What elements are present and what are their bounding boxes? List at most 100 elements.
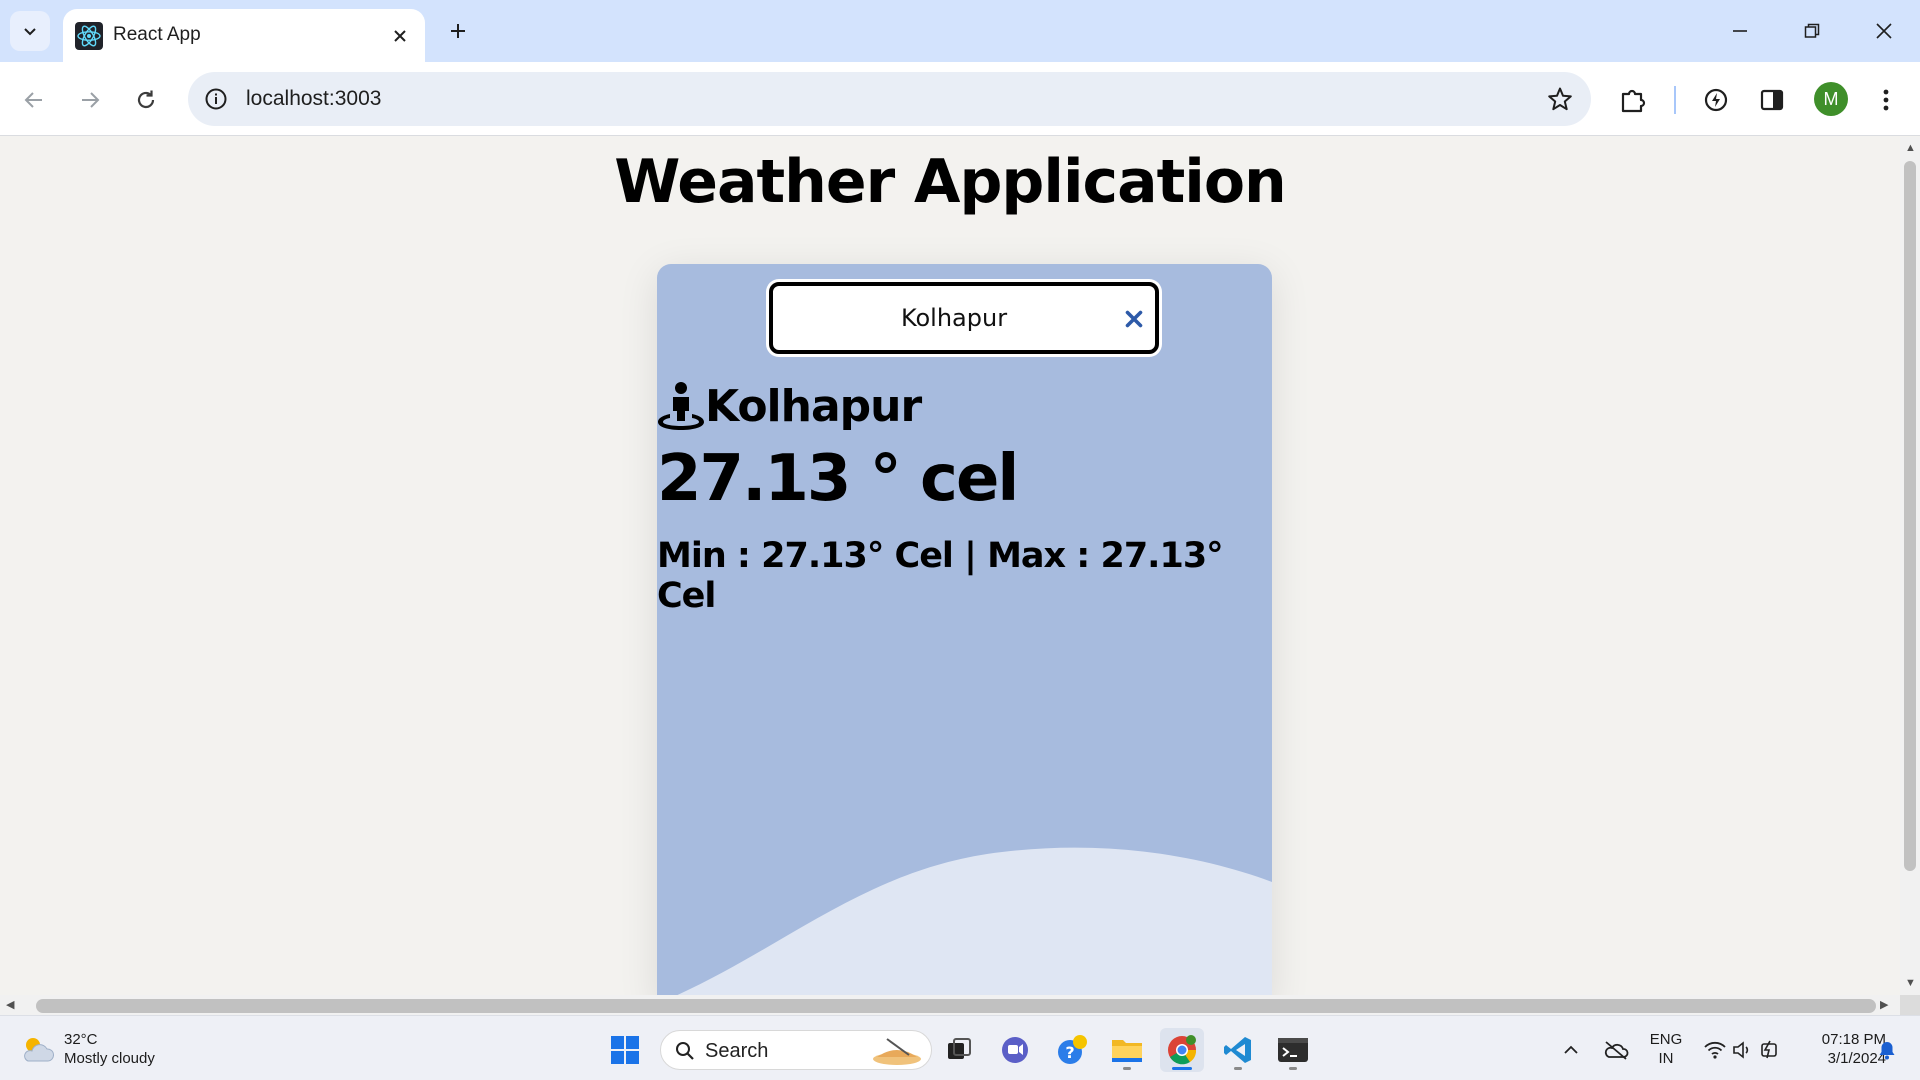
arrow-left-icon [24, 92, 42, 108]
minimize-icon [1733, 30, 1747, 32]
horizontal-scroll-thumb[interactable] [36, 999, 1876, 1013]
file-explorer-button[interactable] [1105, 1028, 1149, 1072]
horizontal-scrollbar[interactable]: ◀ ▶ [0, 995, 1900, 1015]
side-panel-button[interactable] [1752, 80, 1792, 120]
quick-settings-button[interactable] [1697, 1028, 1787, 1072]
reload-icon [137, 90, 155, 109]
tab-close-button[interactable] [385, 21, 415, 51]
chevron-down-icon [24, 28, 36, 36]
teams-chat-button[interactable] [993, 1028, 1037, 1072]
browser-toolbar: localhost:3003 M [0, 62, 1920, 136]
reload-button[interactable] [126, 80, 166, 120]
active-indicator [1172, 1067, 1192, 1070]
terminal-icon [1278, 1038, 1308, 1062]
city-row: Kolhapur [657, 376, 922, 436]
terminal-button[interactable] [1271, 1028, 1315, 1072]
performance-button[interactable] [1696, 80, 1736, 120]
extensions-button[interactable] [1613, 80, 1653, 120]
chrome-menu-button[interactable] [1866, 80, 1906, 120]
more-vertical-icon [1883, 89, 1889, 111]
task-view-icon [948, 1038, 971, 1059]
get-help-button[interactable]: ? [1050, 1028, 1094, 1072]
search-icon [676, 1042, 694, 1060]
show-hidden-icons-button[interactable] [1556, 1028, 1586, 1072]
side-panel-icon [1760, 89, 1784, 111]
chrome-taskbar-button[interactable] [1160, 1028, 1204, 1072]
info-icon [205, 88, 227, 110]
start-button[interactable] [603, 1028, 647, 1072]
decorative-wave [677, 847, 1272, 995]
bookmark-button[interactable] [1543, 82, 1577, 116]
back-button[interactable] [14, 80, 54, 120]
folder-icon [1112, 1040, 1142, 1062]
forward-button[interactable] [70, 80, 110, 120]
onedrive-button[interactable] [1598, 1028, 1634, 1072]
city-search-input[interactable] [773, 286, 1155, 350]
scroll-right-arrow-icon[interactable]: ▶ [1880, 998, 1888, 1011]
bell-icon [1879, 1042, 1895, 1060]
tab-react-app[interactable]: React App [63, 9, 425, 62]
react-logo-icon [75, 22, 103, 50]
profile-avatar[interactable]: M [1814, 82, 1848, 116]
address-bar[interactable]: localhost:3003 [188, 72, 1591, 126]
page-viewport: Weather Application Kolhapur 27.13 ° cel… [0, 137, 1900, 995]
speed-icon [1704, 88, 1728, 112]
running-indicator [1234, 1067, 1242, 1070]
puzzle-icon [1621, 89, 1646, 113]
clear-search-button[interactable] [1121, 306, 1147, 332]
vscode-icon [1224, 1037, 1251, 1063]
close-icon [1125, 310, 1143, 328]
running-indicator [1289, 1067, 1297, 1070]
tab-search-button[interactable] [10, 11, 50, 51]
restore-icon [1804, 23, 1820, 38]
notifications-button[interactable] [1872, 1028, 1902, 1072]
taskbar-search[interactable]: Search [660, 1030, 932, 1070]
minimize-button[interactable] [1717, 12, 1763, 50]
toolbar-separator [1674, 86, 1676, 114]
vscode-button[interactable] [1216, 1028, 1260, 1072]
temperature-value: 27.13 ° cel [657, 442, 1019, 516]
vertical-scrollbar[interactable]: ▲ ▼ [1900, 137, 1920, 995]
new-tab-button[interactable] [440, 13, 476, 49]
city-name: Kolhapur [705, 380, 922, 432]
search-box [769, 282, 1159, 354]
tab-title: React App [113, 24, 201, 45]
page-title: Weather Application [614, 147, 1287, 217]
windows-logo-icon [611, 1036, 639, 1064]
chevron-up-icon [1564, 1045, 1578, 1054]
language-indicator[interactable]: ENG IN [1646, 1030, 1686, 1068]
help-icon: ? [1058, 1035, 1087, 1064]
weather-temp: 32°C [64, 1031, 98, 1048]
cloud-offline-icon [1604, 1041, 1629, 1060]
windows-taskbar: 32°C Mostly cloudy Search ? ENG IN 07:18… [0, 1015, 1920, 1080]
search-highlight-icon [873, 1038, 921, 1065]
arrow-right-icon [82, 92, 100, 108]
site-info-button[interactable] [198, 81, 234, 117]
url-text: localhost:3003 [246, 87, 382, 110]
battery-charging-icon [1761, 1040, 1777, 1059]
svg-text:?: ? [1065, 1043, 1074, 1062]
tab-strip: React App [0, 0, 1920, 62]
close-icon [394, 30, 406, 42]
scroll-left-arrow-icon[interactable]: ◀ [6, 998, 14, 1011]
task-view-button[interactable] [937, 1028, 981, 1072]
street-view-icon [658, 382, 704, 430]
close-icon [1876, 23, 1892, 39]
language-code: ENG [1649, 1031, 1683, 1048]
weather-desc: Mostly cloudy [64, 1050, 155, 1067]
scroll-up-arrow-icon[interactable]: ▲ [1905, 142, 1916, 154]
scroll-down-arrow-icon[interactable]: ▼ [1905, 977, 1916, 989]
region-code: IN [1658, 1050, 1674, 1067]
vertical-scroll-thumb[interactable] [1904, 161, 1916, 871]
weather-widget[interactable]: 32°C Mostly cloudy [20, 1028, 155, 1070]
window-close-button[interactable] [1861, 12, 1907, 50]
running-indicator [1123, 1067, 1131, 1070]
plus-icon [451, 24, 465, 38]
chat-icon [1002, 1037, 1028, 1063]
taskbar-search-label: Search [705, 1040, 769, 1062]
restore-button[interactable] [1789, 12, 1835, 50]
scrollbar-corner [1900, 995, 1920, 1015]
weather-card: Kolhapur 27.13 ° cel Min : 27.13° Cel | … [657, 264, 1272, 995]
volume-icon [1733, 1041, 1749, 1059]
cloudy-sun-icon [24, 1038, 54, 1062]
